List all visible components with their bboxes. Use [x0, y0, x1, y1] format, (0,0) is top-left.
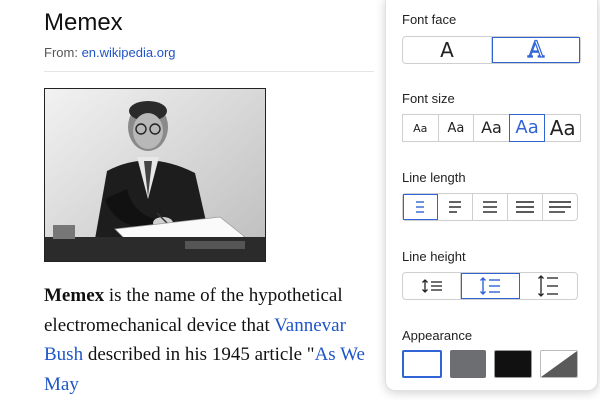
line-height-loose-button[interactable]	[520, 273, 577, 299]
outline-serif-icon: A	[527, 37, 544, 63]
line-length-narrow-icon	[449, 201, 461, 213]
font-size-m-icon: Aa	[481, 118, 502, 137]
line-height-selector	[402, 272, 578, 300]
appearance-selector	[402, 350, 578, 378]
source-link[interactable]: en.wikipedia.org	[82, 45, 176, 60]
font-face-serif-button[interactable]: A	[492, 37, 580, 63]
font-size-l-button[interactable]: Aa	[508, 114, 546, 142]
line-height-normal-icon	[479, 277, 500, 295]
appearance-white-button[interactable]	[402, 350, 442, 378]
font-face-sans-button[interactable]: A	[403, 37, 492, 63]
paragraph-text-2: described in his 1945 article "	[83, 344, 315, 365]
appearance-gray-button[interactable]	[450, 350, 486, 378]
term-bold: Memex	[44, 285, 105, 306]
font-size-xs-icon: Aa	[413, 121, 428, 135]
line-length-narrowest-button[interactable]	[403, 194, 438, 220]
line-height-compact-button[interactable]	[403, 273, 462, 299]
line-length-wide-icon	[516, 201, 534, 213]
line-length-selector	[402, 193, 578, 221]
font-size-s-button[interactable]: Aa	[437, 114, 474, 142]
font-face-label: Font face	[402, 12, 457, 27]
line-length-wide-button[interactable]	[508, 194, 543, 220]
line-height-normal-button[interactable]	[461, 273, 520, 299]
line-height-label: Line height	[402, 249, 466, 264]
article-paragraph: Memex is the name of the hypothetical el…	[44, 281, 384, 399]
line-length-widest-icon	[549, 201, 571, 213]
line-height-compact-icon	[421, 279, 442, 293]
appearance-label: Appearance	[402, 328, 473, 343]
line-length-medium-button[interactable]	[473, 194, 508, 220]
portrait-photo	[44, 88, 266, 262]
font-size-s-icon: Aa	[447, 120, 465, 136]
font-size-xl-icon: Aa	[549, 116, 576, 140]
sans-serif-icon: A	[440, 38, 454, 62]
appearance-black-button[interactable]	[494, 350, 532, 378]
divider	[44, 71, 374, 72]
font-size-selector: Aa Aa Aa Aa Aa	[402, 114, 581, 142]
font-size-m-button[interactable]: Aa	[473, 114, 509, 142]
article-source: From: en.wikipedia.org	[44, 45, 176, 60]
line-length-medium-icon	[483, 201, 497, 213]
font-size-l-icon: Aa	[515, 117, 539, 138]
font-face-selector: A A	[402, 36, 581, 64]
font-size-label: Font size	[402, 91, 455, 106]
font-size-xl-button[interactable]: Aa	[545, 114, 581, 142]
line-length-label: Line length	[402, 170, 466, 185]
appearance-auto-button[interactable]	[540, 350, 578, 378]
appearance-auto-icon	[541, 351, 577, 377]
line-length-narrow-button[interactable]	[438, 194, 473, 220]
line-length-widest-button[interactable]	[543, 194, 577, 220]
reader-settings-panel: Font face A A Font size Aa Aa Aa Aa Aa L…	[385, 0, 598, 391]
portrait-photo-graphic	[45, 89, 265, 261]
line-height-loose-icon	[538, 275, 559, 297]
line-length-narrowest-icon	[416, 201, 424, 213]
font-size-xs-button[interactable]: Aa	[402, 114, 438, 142]
from-label: From:	[44, 45, 82, 60]
article-title: Memex	[44, 9, 123, 36]
